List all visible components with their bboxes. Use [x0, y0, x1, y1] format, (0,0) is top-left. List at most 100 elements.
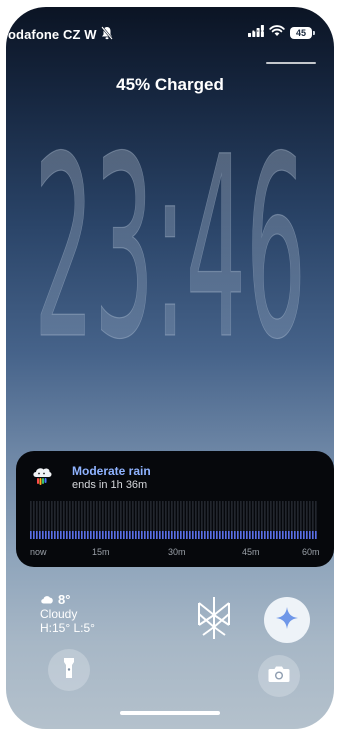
rain-bar-track: [312, 501, 314, 531]
temperature: 8°: [58, 592, 71, 607]
rain-bar: [252, 531, 254, 539]
rain-bar-track: [51, 501, 53, 531]
rain-bar-track: [81, 501, 83, 531]
rain-bar: [219, 531, 221, 539]
rain-bar: [300, 531, 302, 539]
rain-bar-track: [216, 501, 218, 531]
rain-bar-track: [36, 501, 38, 531]
rain-bar-track: [72, 501, 74, 531]
rain-bar-track: [66, 501, 68, 531]
rain-bar: [147, 531, 149, 539]
rain-bar-track: [123, 501, 125, 531]
rain-bar-track: [75, 501, 77, 531]
rain-bar: [138, 531, 140, 539]
rain-bar: [306, 531, 308, 539]
rain-bar-track: [171, 501, 173, 531]
camera-button[interactable]: [258, 655, 300, 697]
rain-bar: [150, 531, 152, 539]
assistant-sparkle-button[interactable]: [264, 597, 310, 643]
rain-bar-track: [78, 501, 80, 531]
rain-bar: [42, 531, 44, 539]
rain-forecast-widget[interactable]: Moderate rain ends in 1h 36m now 15m 30m…: [16, 451, 334, 567]
axis-label-30m: 30m: [168, 547, 186, 557]
rain-bar: [291, 531, 293, 539]
rain-bar: [99, 531, 101, 539]
rain-time-axis: now 15m 30m 45m 60m: [30, 547, 320, 559]
rain-bar-track: [159, 501, 161, 531]
axis-label-60m: 60m: [302, 547, 320, 557]
rain-bar: [153, 531, 155, 539]
rain-bar-track: [243, 501, 245, 531]
rain-bar-track: [129, 501, 131, 531]
rain-bar-track: [141, 501, 143, 531]
camera-icon: [268, 665, 290, 688]
rain-bar: [144, 531, 146, 539]
rain-bar: [309, 531, 311, 539]
rain-bar: [186, 531, 188, 539]
rain-bar: [48, 531, 50, 539]
rain-bar-track: [69, 501, 71, 531]
status-underline: [266, 62, 316, 64]
rain-bar: [273, 531, 275, 539]
rain-bar-track: [294, 501, 296, 531]
app-logo-icon[interactable]: [194, 595, 234, 641]
rain-bar-track: [177, 501, 179, 531]
rain-bar: [222, 531, 224, 539]
rain-bar-track: [270, 501, 272, 531]
rain-bar-track: [54, 501, 56, 531]
rain-bar: [189, 531, 191, 539]
rain-bar: [174, 531, 176, 539]
rain-bar-track: [147, 501, 149, 531]
rain-bar: [303, 531, 305, 539]
rain-bar: [156, 531, 158, 539]
rain-bar-track: [246, 501, 248, 531]
rain-bar-track: [219, 501, 221, 531]
rain-bar: [258, 531, 260, 539]
rain-bar-track: [306, 501, 308, 531]
rain-bar-track: [126, 501, 128, 531]
rain-bar-track: [273, 501, 275, 531]
rain-bar: [279, 531, 281, 539]
rain-bar-track: [99, 501, 101, 531]
rain-bar-track: [255, 501, 257, 531]
rain-bar-track: [93, 501, 95, 531]
rain-bar-track: [288, 501, 290, 531]
rain-bar-track: [261, 501, 263, 531]
rain-bar-track: [300, 501, 302, 531]
rain-bar-track: [138, 501, 140, 531]
rain-title: Moderate rain: [72, 464, 151, 478]
rain-bar: [234, 531, 236, 539]
rain-bar: [165, 531, 167, 539]
rain-bar-track: [249, 501, 251, 531]
rain-bar-track: [204, 501, 206, 531]
rain-bar: [78, 531, 80, 539]
rain-bar: [93, 531, 95, 539]
rain-bar: [162, 531, 164, 539]
axis-label-45m: 45m: [242, 547, 260, 557]
rain-bar: [90, 531, 92, 539]
rain-bar: [237, 531, 239, 539]
rain-bar: [195, 531, 197, 539]
rain-bar-track: [90, 501, 92, 531]
rain-bar-track: [303, 501, 305, 531]
rain-bar-track: [210, 501, 212, 531]
rain-bar-track: [264, 501, 266, 531]
rain-bar-track: [48, 501, 50, 531]
rain-bar-track: [168, 501, 170, 531]
clock-time: 23:46: [34, 103, 306, 355]
rain-bar-track: [192, 501, 194, 531]
home-indicator[interactable]: [120, 711, 220, 715]
rain-bar: [282, 531, 284, 539]
flashlight-button[interactable]: [48, 649, 90, 691]
rain-bar-track: [165, 501, 167, 531]
rain-bar: [108, 531, 110, 539]
weather-widget[interactable]: 8° Cloudy H:15° L:5°: [40, 592, 95, 635]
rain-bar: [276, 531, 278, 539]
charge-status: 45% Charged: [116, 75, 224, 94]
battery-indicator: 45: [290, 26, 315, 39]
rain-bar: [210, 531, 212, 539]
rain-bar: [315, 531, 317, 539]
sparkle-icon: [275, 606, 299, 635]
rain-bar: [111, 531, 113, 539]
rain-bar-track: [222, 501, 224, 531]
